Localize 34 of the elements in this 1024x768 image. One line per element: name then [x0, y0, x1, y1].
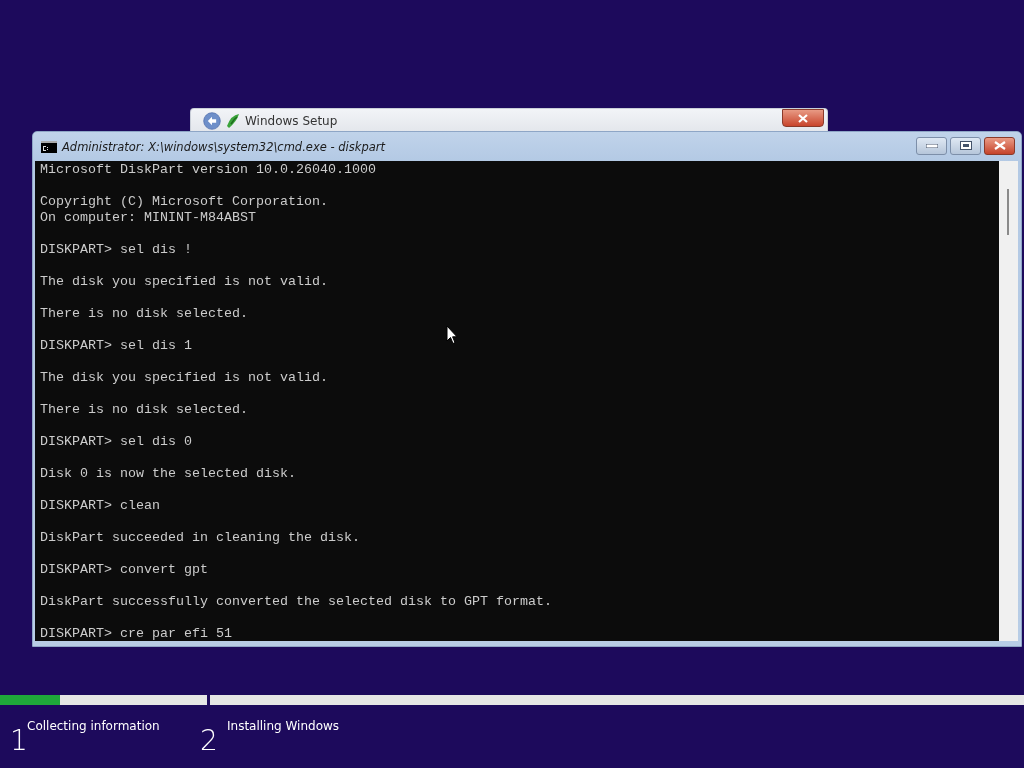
- step-label: Collecting information: [27, 719, 160, 733]
- console-line: Microsoft DiskPart version 10.0.26040.1000: [40, 162, 377, 178]
- console-line: On computer: MININT-M84ABST: [40, 210, 257, 226]
- console-line: DiskPart succeeded in cleaning the disk.: [40, 530, 361, 546]
- console-line: DISKPART> clean: [40, 498, 161, 514]
- scrollbar-thumb[interactable]: [1007, 189, 1009, 235]
- console-line: The disk you specified is not valid.: [40, 274, 329, 290]
- console-line: DISKPART> sel dis 0: [40, 434, 193, 450]
- console-line: The disk you specified is not valid.: [40, 370, 329, 386]
- console-line: Copyright (C) Microsoft Corporation.: [40, 194, 329, 210]
- step-number: 1: [9, 727, 27, 755]
- minimize-icon: [925, 143, 938, 148]
- console-line: There is no disk selected.: [40, 402, 249, 418]
- maximize-icon: [959, 141, 972, 150]
- console-line: Disk 0 is now the selected disk.: [40, 466, 297, 482]
- console-icon: [41, 140, 57, 153]
- step-number: 2: [200, 727, 219, 755]
- console-line: DISKPART> sel dis 1: [40, 338, 193, 354]
- step-label: Installing Windows: [227, 719, 340, 733]
- close-button[interactable]: [782, 109, 824, 127]
- mouse-cursor-icon: [446, 325, 458, 345]
- minimize-button[interactable]: [916, 136, 947, 155]
- console-line: DiskPart successfully converted the selected disk to GPT format.: [40, 594, 553, 610]
- close-button[interactable]: [984, 136, 1015, 155]
- maximize-button[interactable]: [950, 136, 981, 155]
- window-title: Administrator: X:\windows\system32\cmd.exe - diskpart: [62, 139, 387, 154]
- console-line: DISKPART> convert gpt: [40, 562, 209, 578]
- close-icon: [798, 113, 808, 123]
- close-icon: [993, 141, 1006, 150]
- window-title: Windows Setup: [245, 114, 338, 128]
- console-line: DISKPART> cre par efi 51: [40, 626, 232, 641]
- scrollbar[interactable]: [999, 161, 1018, 641]
- console-line: There is no disk selected.: [40, 306, 249, 322]
- console-line: DISKPART> sel dis !: [40, 242, 193, 258]
